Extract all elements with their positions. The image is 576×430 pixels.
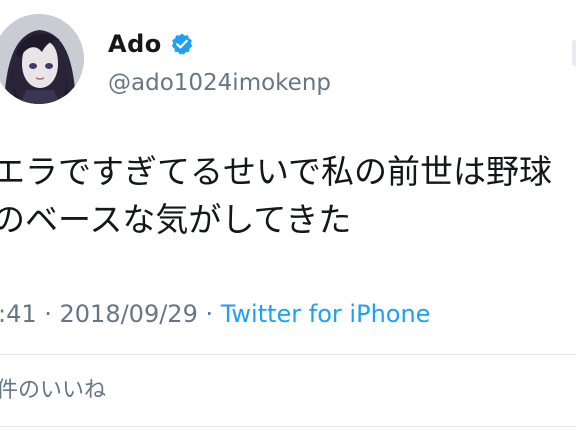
tweet-text: エラですぎてるせいで私の前世は野球 のベースな気がしてきた — [0, 148, 552, 244]
divider — [0, 426, 576, 427]
likes-label: 件のいいね — [0, 378, 107, 403]
tweet-meta: :41 · 2018/09/29 · Twitter for iPhone — [0, 300, 430, 328]
meta-separator: · — [36, 300, 60, 328]
divider — [0, 354, 576, 355]
tweet-date[interactable]: 2018/09/29 — [60, 300, 198, 328]
likes-count[interactable]: 件のいいね — [0, 372, 106, 404]
tweet-time[interactable]: :41 — [0, 300, 37, 328]
tweet-source-link[interactable]: Twitter for iPhone — [221, 300, 431, 328]
name-row: Ado — [108, 30, 194, 58]
tweet-card: Ado @ado1024imokenp エラですぎてるせいで私の前世は野球 のベ… — [0, 0, 576, 430]
anime-character-avatar-icon — [0, 14, 84, 104]
user-handle[interactable]: @ado1024imokenp — [108, 70, 331, 96]
more-options-icon[interactable] — [572, 40, 576, 66]
meta-separator: · — [197, 300, 221, 328]
tweet-line: エラですぎてるせいで私の前世は野球 — [0, 152, 553, 191]
verified-badge-icon — [170, 32, 194, 56]
tweet-line: のベースな気がしてきた — [0, 200, 352, 239]
display-name[interactable]: Ado — [108, 30, 162, 58]
avatar[interactable] — [0, 14, 84, 104]
